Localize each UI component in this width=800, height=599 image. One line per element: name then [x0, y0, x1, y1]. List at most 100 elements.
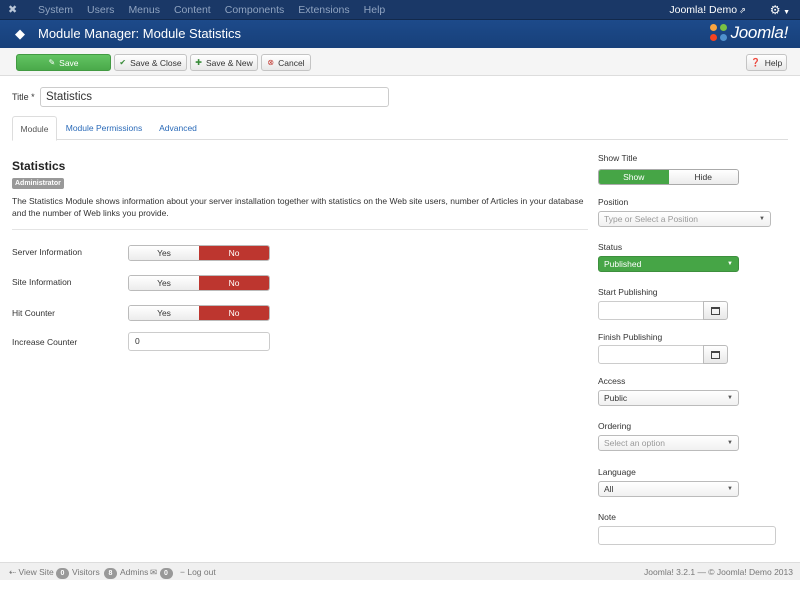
status-footer: ⇠ View Site 0 Visitors 8 Admins ✉ 0 − Log … [0, 562, 800, 580]
language-label: Language [598, 467, 636, 477]
main-menu: System Users Menus Content Components Ex… [38, 0, 399, 20]
module-heading: Statistics [12, 159, 66, 173]
view-site-link[interactable]: ⇠ View Site [9, 563, 54, 581]
show-title-label: Show Title [598, 153, 638, 163]
finish-publishing-input[interactable] [598, 345, 704, 364]
tab-module[interactable]: Module [12, 116, 57, 141]
admins-count: 8 [104, 568, 117, 579]
page-bottom [0, 580, 800, 599]
logout-icon: − [180, 567, 185, 577]
joomla-logo: Joomla! [709, 23, 788, 43]
view-site-icon: ⇠ [9, 567, 17, 577]
hit-counter-toggle: Yes No [128, 305, 270, 321]
start-publishing-calendar-button[interactable] [703, 301, 728, 320]
edit-icon: ✎ [48, 58, 56, 67]
module-description: The Statistics Module shows information … [12, 196, 584, 218]
server-information-label: Server Information [12, 247, 82, 257]
messages-status[interactable]: ✉ 0 [150, 563, 176, 581]
menu-system[interactable]: System [38, 0, 73, 20]
top-navbar: ✖ System Users Menus Content Components … [0, 0, 800, 20]
page-header: ◆ Module Manager: Module Statistics Joom… [0, 20, 800, 48]
ordering-select[interactable]: Select an option ▼ [598, 435, 739, 451]
finish-publishing-label: Finish Publishing [598, 332, 663, 342]
save-new-button[interactable]: ✚ Save & New [190, 54, 258, 71]
save-close-label: Save & Close [130, 57, 182, 68]
status-label: Status [598, 242, 623, 252]
note-input[interactable] [598, 526, 776, 545]
access-select[interactable]: Public ▼ [598, 390, 739, 406]
admins-label: Admins [120, 567, 149, 577]
title-input[interactable]: Statistics [40, 87, 389, 107]
logout-label: Log out [187, 567, 216, 577]
save-button[interactable]: ✎ Save [16, 54, 111, 71]
logout-link[interactable]: − Log out [180, 563, 216, 581]
menu-menus[interactable]: Menus [128, 0, 160, 20]
status-value: Published [604, 259, 642, 269]
chevron-down-icon: ▼ [759, 216, 765, 222]
chevron-down-icon: ▼ [727, 486, 733, 492]
site-information-label: Site Information [12, 277, 72, 287]
user-menu[interactable]: ⚙ ▼ [754, 3, 790, 17]
page-title: Module Manager: Module Statistics [38, 26, 242, 41]
site-information-no[interactable]: No [199, 276, 269, 290]
finish-publishing-calendar-button[interactable] [703, 345, 728, 364]
menu-extensions[interactable]: Extensions [298, 0, 349, 20]
increase-counter-input[interactable]: 0 [128, 332, 270, 351]
caret-down-icon: ▼ [783, 9, 790, 16]
show-title-show[interactable]: Show [599, 170, 669, 184]
menu-components[interactable]: Components [225, 0, 285, 20]
hit-counter-no[interactable]: No [199, 306, 269, 320]
divider [12, 229, 588, 230]
external-link-icon: ⇗ [739, 6, 746, 15]
calendar-icon [711, 350, 720, 359]
access-label: Access [598, 376, 626, 386]
save-close-button[interactable]: ✔ Save & Close [114, 54, 187, 71]
menu-users[interactable]: Users [87, 0, 114, 20]
server-information-toggle: Yes No [128, 245, 270, 261]
cancel-button[interactable]: ⊗ Cancel [261, 54, 311, 71]
show-title-hide[interactable]: Hide [668, 170, 738, 184]
calendar-icon [711, 306, 720, 315]
title-label: Title * [12, 92, 35, 102]
ordering-label: Ordering [598, 421, 632, 431]
plus-icon: ✚ [195, 58, 202, 67]
version-text: Joomla! 3.2.1 — © Joomla! Demo 2013 [644, 567, 793, 577]
tab-bar: Module Module Permissions Advanced [12, 116, 788, 141]
site-link[interactable]: Joomla! Demo ⇗ [669, 4, 745, 16]
visitors-count: 0 [56, 568, 69, 579]
server-information-no[interactable]: No [199, 246, 269, 260]
help-button[interactable]: ❓ Help [746, 54, 787, 71]
tab-advanced[interactable]: Advanced [153, 116, 203, 140]
toolbar: ✎ Save ✔ Save & Close ✚ Save & New ⊗ Can… [0, 48, 800, 76]
client-badge: Administrator [12, 178, 64, 189]
cube-icon: ◆ [15, 26, 25, 41]
increase-counter-label: Increase Counter [12, 337, 78, 347]
start-publishing-input[interactable] [598, 301, 704, 320]
joomla-logo-mark-icon [709, 24, 728, 42]
language-select[interactable]: All ▼ [598, 481, 739, 497]
note-label: Note [598, 512, 616, 522]
save-label: Save [59, 57, 79, 68]
menu-content[interactable]: Content [174, 0, 211, 20]
save-new-label: Save & New [205, 57, 253, 68]
cancel-icon: ⊗ [267, 58, 275, 67]
access-value: Public [604, 393, 628, 403]
hit-counter-yes[interactable]: Yes [129, 306, 199, 320]
site-information-yes[interactable]: Yes [129, 276, 199, 290]
position-select[interactable]: Type or Select a Position ▼ [598, 211, 771, 227]
question-icon: ❓ [750, 58, 761, 67]
menu-help[interactable]: Help [364, 0, 386, 20]
status-select[interactable]: Published ▼ [598, 256, 739, 272]
messages-count: 0 [159, 568, 173, 579]
visitors-label: Visitors [72, 567, 100, 577]
help-label: Help [764, 57, 783, 68]
tab-module-permissions[interactable]: Module Permissions [60, 116, 148, 140]
site-information-toggle: Yes No [128, 275, 270, 291]
server-information-yes[interactable]: Yes [129, 246, 199, 260]
gear-icon: ⚙ [769, 3, 781, 17]
start-publishing-label: Start Publishing [598, 287, 658, 297]
chevron-down-icon: ▼ [727, 261, 733, 267]
site-name: Joomla! Demo [669, 4, 738, 16]
joomla-menu-icon[interactable]: ✖ [8, 3, 22, 17]
cancel-label: Cancel [278, 57, 305, 68]
